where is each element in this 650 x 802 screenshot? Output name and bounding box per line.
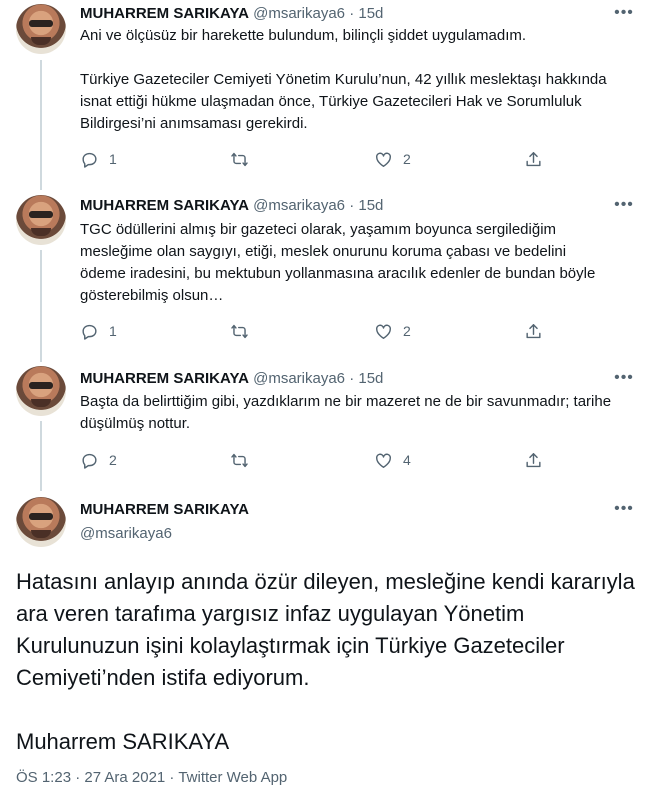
tweet-time[interactable]: 15d (358, 197, 383, 214)
author-handle[interactable]: @msarikaya6 (253, 197, 345, 214)
author-name[interactable]: MUHARREM SARIKAYA (80, 370, 249, 387)
retweet-button[interactable] (230, 320, 259, 342)
share-icon (526, 151, 541, 166)
avatar[interactable] (16, 195, 66, 245)
share-icon (526, 452, 541, 467)
like-count: 4 (403, 452, 411, 468)
like-button[interactable]: 2 (374, 320, 411, 342)
tweet-time[interactable]: 15d (358, 370, 383, 387)
share-button[interactable] (524, 148, 543, 170)
tweet-actions: 2 4 (72, 449, 552, 471)
like-count: 2 (403, 151, 411, 167)
tweet-text: Başta da belirttiğim gibi, yazdıklarım n… (80, 393, 616, 432)
author-name[interactable]: MUHARREM SARIKAYA (80, 197, 249, 214)
thread-connector (40, 60, 42, 190)
retweet-button[interactable] (230, 449, 259, 471)
more-icon[interactable]: ••• (612, 197, 636, 218)
tweet-header: MUHARREM SARIKAYA @msarikaya6 · 15d (80, 4, 610, 24)
share-icon (526, 323, 541, 338)
author-name[interactable]: MUHARREM SARIKAYA (80, 5, 249, 22)
author-handle[interactable]: @msarikaya6 (253, 370, 345, 387)
reply-count: 1 (109, 151, 117, 167)
reply-count: 1 (109, 323, 117, 339)
thread-connector (40, 250, 42, 362)
tweet-metadata[interactable]: ÖS 1:23 · 27 Ara 2021 · Twitter Web App (16, 768, 287, 788)
tweet-header: MUHARREM SARIKAYA @msarikaya6 · 15d (80, 369, 610, 389)
avatar[interactable] (16, 497, 66, 547)
like-count: 2 (403, 323, 411, 339)
tweet-text: TGC ödüllerini almış bir gazeteci olarak… (80, 221, 600, 304)
reply-button[interactable]: 1 (80, 148, 117, 170)
reply-icon (82, 324, 97, 340)
thread-connector (40, 421, 42, 491)
retweet-icon (231, 453, 248, 467)
tweet-actions: 1 2 (72, 320, 552, 342)
separator-dot: · (349, 5, 355, 22)
reply-icon (82, 453, 97, 469)
retweet-button[interactable] (230, 148, 259, 170)
like-button[interactable]: 2 (374, 148, 411, 170)
retweet-icon (231, 152, 248, 166)
tweet-actions: 1 2 (72, 148, 552, 170)
heart-icon (376, 453, 391, 468)
avatar[interactable] (16, 366, 66, 416)
like-button[interactable]: 4 (374, 449, 411, 471)
author-name[interactable]: MUHARREM SARIKAYA (80, 500, 249, 520)
reply-icon (82, 152, 97, 168)
share-button[interactable] (524, 449, 543, 471)
more-icon[interactable]: ••• (612, 370, 636, 391)
tweet-header: MUHARREM SARIKAYA @msarikaya6 · 15d (80, 196, 610, 216)
reply-button[interactable]: 2 (80, 449, 117, 471)
more-icon[interactable]: ••• (612, 501, 636, 522)
separator-dot: · (349, 197, 355, 214)
heart-icon (376, 324, 391, 339)
more-icon[interactable]: ••• (612, 5, 636, 26)
tweet-text: Ani ve ölçüsüz bir harekette bulundum, b… (80, 27, 607, 132)
share-button[interactable] (524, 320, 543, 342)
retweet-icon (231, 324, 248, 338)
heart-icon (376, 152, 391, 167)
separator-dot: · (349, 370, 355, 387)
reply-button[interactable]: 1 (80, 320, 117, 342)
reply-count: 2 (109, 452, 117, 468)
tweet-time[interactable]: 15d (358, 5, 383, 22)
avatar[interactable] (16, 4, 66, 54)
author-handle[interactable]: @msarikaya6 (253, 5, 345, 22)
main-tweet-text: Hatasını anlayıp anında özür dileyen, me… (16, 569, 635, 754)
author-handle[interactable]: @msarikaya6 (80, 524, 172, 544)
